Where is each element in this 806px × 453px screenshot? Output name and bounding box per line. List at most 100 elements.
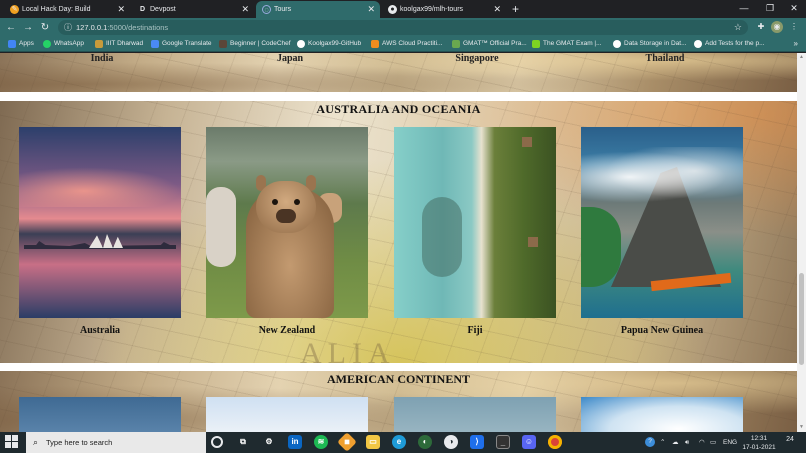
destination-label-india[interactable]: India xyxy=(52,53,152,64)
chrome-icon[interactable] xyxy=(548,435,562,449)
linkedin-icon[interactable]: in xyxy=(288,435,302,449)
tab-github-repo[interactable]: ● koolgax99/mlh-tours ✕ xyxy=(382,1,506,18)
search-icon: ⌕ xyxy=(33,437,39,447)
scroll-up-icon[interactable]: ▲ xyxy=(798,54,805,60)
task-view-icon[interactable]: ⧉ xyxy=(236,435,250,449)
system-clock[interactable]: 12:31 17-01-2021 xyxy=(742,434,776,452)
file-explorer-icon[interactable]: ▭ xyxy=(366,435,380,449)
tab-devpost[interactable]: D Devpost ✕ xyxy=(132,1,254,18)
bookmark-codechef[interactable]: Beginner | CodeChef xyxy=(219,37,291,51)
tab-tours[interactable]: ◌ Tours ✕ xyxy=(256,1,380,18)
bookmark-iiit-dharwad[interactable]: IIIT Dharwad xyxy=(95,37,143,51)
iiit-dharwad-icon xyxy=(95,40,103,48)
site-info-icon[interactable]: ⓘ xyxy=(64,20,72,35)
tab-title: Local Hack Day: Build xyxy=(22,6,91,13)
gmat-exam-icon xyxy=(532,40,540,48)
bookmark-apps[interactable]: Apps xyxy=(8,37,34,51)
bookmark-data-storage[interactable]: Data Storage in Dat... xyxy=(613,37,687,51)
destination-label-papua-new-guinea[interactable]: Papua New Guinea xyxy=(581,325,743,336)
destination-image[interactable] xyxy=(206,397,368,432)
notification-count: 24 xyxy=(786,436,794,443)
bookmarks-overflow-icon[interactable]: » xyxy=(794,37,798,51)
extensions-icon[interactable]: ✚ xyxy=(755,21,767,33)
page-content: India Japan Singapore Thailand AUSTRALIA… xyxy=(0,53,797,432)
taskbar-search-input[interactable]: ⌕ Type here to search xyxy=(26,432,206,453)
wifi-icon[interactable]: ◠ xyxy=(699,432,705,453)
bookmark-add-tests[interactable]: Add Tests for the p... xyxy=(694,37,765,51)
back-button[interactable]: ← xyxy=(3,19,19,36)
destination-label-new-zealand[interactable]: New Zealand xyxy=(206,325,368,336)
destination-image[interactable] xyxy=(394,397,556,432)
settings-gear-icon[interactable]: ⚙ xyxy=(262,435,276,449)
scrollbar-thumb[interactable] xyxy=(799,273,804,365)
vscode-icon[interactable]: ⟩ xyxy=(470,435,484,449)
browser-toolbar: ← → ↻ ⓘ 127.0.0.1:5000/destinations ☆ ✚ … xyxy=(0,18,806,37)
git-tool-icon[interactable]: ◆ xyxy=(337,432,357,452)
destination-image-new-zealand[interactable] xyxy=(206,127,368,318)
destination-image-fiji[interactable] xyxy=(394,127,556,318)
tray-chevron-icon[interactable]: ⌃ xyxy=(660,432,665,453)
minimize-button[interactable]: — xyxy=(730,0,758,16)
forward-button[interactable]: → xyxy=(20,19,36,36)
bookmark-whatsapp[interactable]: WhatsApp xyxy=(43,37,84,51)
region-american-continent: AMERICAN CONTINENT xyxy=(0,371,797,432)
close-icon[interactable]: ✕ xyxy=(367,1,375,18)
scroll-down-icon[interactable]: ▼ xyxy=(798,424,805,430)
globe-favicon-icon: ◌ xyxy=(262,5,271,14)
close-icon[interactable]: ✕ xyxy=(241,1,249,18)
tab-title: koolgax99/mlh-tours xyxy=(400,6,464,13)
tab-local-hack-day[interactable]: ✎ Local Hack Day: Build ✕ xyxy=(4,1,130,18)
bookmark-google-translate[interactable]: Google Translate xyxy=(151,37,212,51)
map-watermark: ALIA xyxy=(300,337,396,363)
close-icon[interactable]: ✕ xyxy=(493,1,501,18)
language-indicator[interactable]: ENG xyxy=(723,432,737,453)
destination-label-fiji[interactable]: Fiji xyxy=(394,325,556,336)
github-favicon-icon: ● xyxy=(388,5,397,14)
url-text: 127.0.0.1:5000/destinations xyxy=(76,23,169,32)
github-icon xyxy=(613,40,621,48)
windows-start-icon[interactable] xyxy=(5,435,19,449)
whatsapp-icon xyxy=(43,40,51,48)
section-divider xyxy=(0,92,797,101)
profile-avatar[interactable]: ◉ xyxy=(771,21,783,33)
tab-title: Devpost xyxy=(150,6,176,13)
destination-image-papua-new-guinea[interactable] xyxy=(581,127,743,318)
destination-label-japan[interactable]: Japan xyxy=(240,53,340,64)
edge-browser-icon[interactable]: e xyxy=(392,435,406,449)
cortana-icon[interactable] xyxy=(211,436,223,448)
new-tab-button[interactable]: + xyxy=(512,1,519,17)
menu-kebab-icon[interactable]: ⋮ xyxy=(788,21,800,33)
address-bar[interactable]: ⓘ 127.0.0.1:5000/destinations ☆ xyxy=(58,20,748,35)
windows-taskbar: ⌕ Type here to search ⧉ ⚙ in ≋ ◆ ▭ e ◐ ◑… xyxy=(0,432,806,453)
cloud-icon[interactable]: ☁ xyxy=(672,432,679,453)
spotify-icon[interactable]: ≋ xyxy=(314,435,328,449)
destination-label-australia[interactable]: Australia xyxy=(19,325,181,336)
destination-label-thailand[interactable]: Thailand xyxy=(615,53,715,64)
notification-center-icon[interactable]: 24 xyxy=(784,436,796,448)
clock-time: 12:31 xyxy=(750,435,768,442)
bookmark-gmat-exam[interactable]: The GMAT Exam |... xyxy=(532,37,602,51)
destination-image[interactable] xyxy=(581,397,743,432)
tab-title: Tours xyxy=(274,6,292,13)
app-icon[interactable]: ◑ xyxy=(444,435,458,449)
close-window-button[interactable]: ✕ xyxy=(780,0,806,16)
battery-icon[interactable]: ▭ xyxy=(710,432,716,453)
destination-label-singapore[interactable]: Singapore xyxy=(427,53,527,64)
destination-image[interactable] xyxy=(19,397,181,432)
close-icon[interactable]: ✕ xyxy=(117,1,125,18)
page-scrollbar[interactable]: ▲ ▼ xyxy=(797,53,806,432)
reload-button[interactable]: ↻ xyxy=(37,19,53,36)
bookmark-gmat-official[interactable]: GMAT™ Official Pra... xyxy=(452,37,527,51)
destination-image-australia[interactable] xyxy=(19,127,181,318)
discord-icon[interactable]: ☺ xyxy=(522,435,536,449)
asia-section-tail: India Japan Singapore Thailand xyxy=(0,53,797,92)
app-icon[interactable]: ◐ xyxy=(418,435,432,449)
help-icon[interactable]: ? xyxy=(645,437,655,447)
codechef-icon xyxy=(219,40,227,48)
terminal-icon[interactable]: _ xyxy=(496,435,510,449)
section-divider xyxy=(0,363,797,371)
bookmark-github[interactable]: Koolgax99-GitHub xyxy=(297,37,361,51)
bookmark-star-icon[interactable]: ☆ xyxy=(734,20,742,35)
bookmark-aws[interactable]: AWS Cloud Practiti... xyxy=(371,37,442,51)
volume-icon[interactable]: 🔊︎ xyxy=(685,432,689,453)
